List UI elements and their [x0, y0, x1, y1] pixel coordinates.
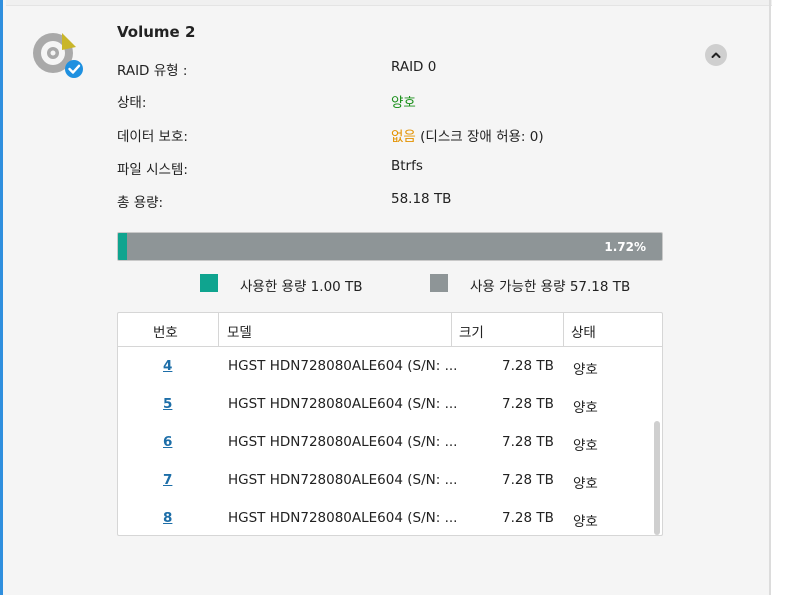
column-divider[interactable]: [563, 313, 564, 347]
usage-bar-fill: [118, 233, 128, 260]
table-scrollbar-thumb[interactable]: [654, 421, 660, 535]
disk-model: HGST HDN728080ALE604 (S/N: ...: [228, 472, 458, 488]
disk-status: 양호: [573, 400, 598, 416]
disk-status: 양호: [573, 476, 598, 492]
table-row[interactable]: 5 HGST HDN728080ALE604 (S/N: ... 7.28 TB…: [118, 386, 648, 424]
column-divider[interactable]: [218, 313, 219, 347]
disk-status: 양호: [573, 438, 598, 454]
raid-type-label: RAID 유형 :: [117, 63, 188, 79]
usage-percent: 1.72%: [604, 240, 646, 254]
disk-size: 7.28 TB: [502, 472, 554, 488]
disk-size: 7.28 TB: [502, 396, 554, 412]
table-row[interactable]: 6 HGST HDN728080ALE604 (S/N: ... 7.28 TB…: [118, 424, 648, 462]
disk-size: 7.28 TB: [502, 510, 554, 526]
used-legend-swatch: [200, 274, 218, 292]
disk-size: 7.28 TB: [502, 434, 554, 450]
total-capacity-label: 총 용량:: [117, 195, 164, 211]
available-legend-swatch: [430, 274, 448, 292]
chevron-up-icon: [711, 52, 721, 58]
data-protection-value: 없음 (디스크 장애 허용: 0): [391, 125, 544, 145]
disk-model: HGST HDN728080ALE604 (S/N: ...: [228, 510, 458, 526]
available-legend-label: 사용 가능한 용량 57.18 TB: [470, 279, 631, 295]
data-protection-label: 데이터 보호:: [117, 129, 188, 145]
disk-status: 양호: [573, 362, 598, 378]
table-row[interactable]: 4 HGST HDN728080ALE604 (S/N: ... 7.28 TB…: [118, 348, 648, 386]
fault-tolerance-text: (디스크 장애 허용: 0): [415, 129, 544, 145]
collapse-button[interactable]: [705, 44, 727, 66]
column-divider[interactable]: [451, 313, 452, 347]
total-capacity-value: 58.18 TB: [391, 191, 452, 207]
disk-number-link[interactable]: 8: [163, 510, 172, 526]
file-system-label: 파일 시스템:: [117, 162, 188, 178]
disk-number-link[interactable]: 5: [163, 396, 172, 412]
column-header-number[interactable]: 번호: [153, 321, 178, 341]
table-row[interactable]: 7 HGST HDN728080ALE604 (S/N: ... 7.28 TB…: [118, 462, 648, 500]
disk-size: 7.28 TB: [502, 358, 554, 374]
disk-number-link[interactable]: 7: [163, 472, 172, 488]
status-value: 양호: [391, 95, 416, 111]
used-legend-label: 사용한 용량 1.00 TB: [240, 279, 363, 295]
table-row[interactable]: 8 HGST HDN728080ALE604 (S/N: ... 7.28 TB…: [118, 500, 648, 535]
column-header-model[interactable]: 모델: [227, 321, 252, 341]
column-header-size[interactable]: 크기: [459, 321, 484, 341]
panel-right-border: [769, 0, 771, 595]
usage-bar: 1.72%: [117, 232, 663, 261]
disk-number-link[interactable]: 6: [163, 434, 172, 450]
disk-table: 번호 모델 크기 상태 4 HGST HDN728080ALE604 (S/N:…: [117, 312, 663, 536]
file-system-value: Btrfs: [391, 158, 423, 174]
raid-type-value: RAID 0: [391, 59, 437, 75]
disk-number-link[interactable]: 4: [163, 358, 172, 374]
disk-model: HGST HDN728080ALE604 (S/N: ...: [228, 358, 458, 374]
data-protection-status: 없음: [391, 129, 416, 145]
column-header-status[interactable]: 상태: [571, 321, 596, 341]
disk-status: 양호: [573, 514, 598, 530]
panel-top-divider: [6, 0, 772, 6]
table-header: 번호 모델 크기 상태: [118, 313, 662, 347]
status-label: 상태:: [117, 95, 147, 111]
volume-disk-icon: [33, 33, 83, 78]
volume-panel: Volume 2 RAID 유형 : RAID 0 상태: 양호 데이터 보호:…: [0, 0, 772, 595]
disk-model: HGST HDN728080ALE604 (S/N: ...: [228, 434, 458, 450]
disk-model: HGST HDN728080ALE604 (S/N: ...: [228, 396, 458, 412]
volume-title: Volume 2: [117, 23, 196, 41]
